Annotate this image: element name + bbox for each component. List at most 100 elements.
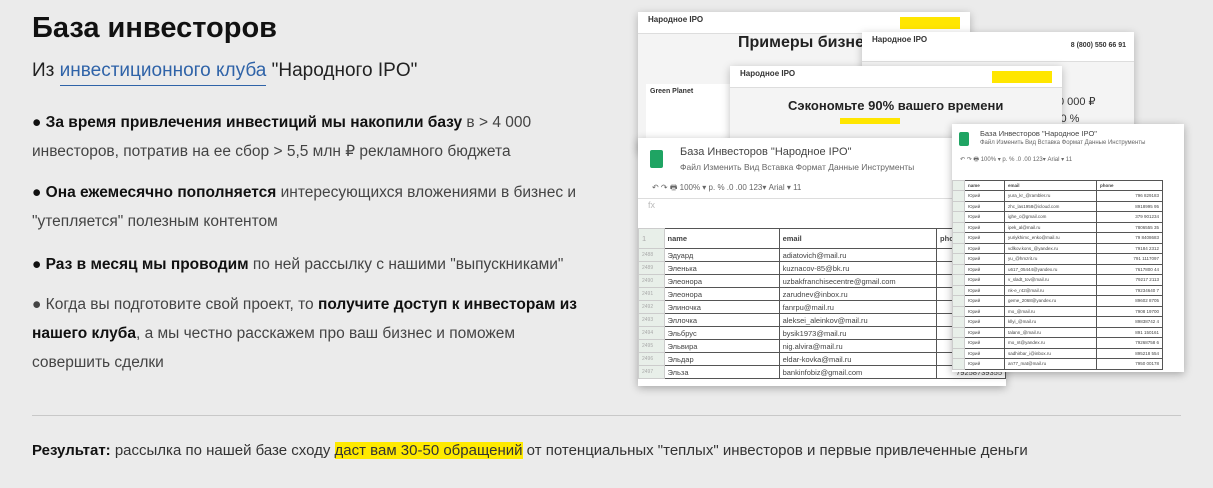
table-row: Юрий yuriykhimc_enko@mail.ru 79 8408683 (952, 232, 1163, 244)
table-cell: talann_@mail.ru (1004, 326, 1097, 338)
table-cell: Юрий (964, 347, 1005, 359)
table-cell: Эдуард (663, 248, 780, 262)
table-row: Юрий sadhirbar_i@inbox.ru 895218 554 (952, 347, 1163, 359)
table-cell: 89838742 4 (1096, 316, 1163, 328)
table-cell: 2497 (638, 365, 665, 379)
table-cell: Юрий (964, 326, 1005, 338)
bullet-mailing: ● Раз в месяц мы проводим по ней рассылк… (32, 256, 564, 273)
table-cell: eldar-kovka@mail.ru (778, 352, 938, 366)
table-row: Юрий geme_2068@yandex.ru 89602 8705 (952, 295, 1163, 307)
table-row: 2492Элиночкаfanrpu@mail.ru78991000 (638, 300, 1006, 314)
table-cell (952, 200, 965, 212)
table-cell: sadhirbar_i@inbox.ru (1004, 347, 1097, 359)
table-cell (952, 221, 965, 233)
page-title: База инвесторов (32, 12, 277, 44)
table-cell: Юрий (964, 316, 1005, 328)
table-cell: Элеонора (663, 274, 780, 288)
investment-club-link[interactable]: инвестиционного клуба (59, 60, 267, 86)
table-cell: bankinfobiz@gmail.com (778, 365, 938, 379)
table-cell: 2492 (638, 300, 665, 314)
spreadsheet-second: База Инвесторов "Народное IPO" Файл Изме… (952, 124, 1184, 372)
table-cell (952, 358, 965, 370)
table-cell: 2488 (638, 248, 665, 262)
table-cell: Эльбрус (663, 326, 780, 340)
table-cell (952, 242, 965, 254)
table-row: Юрий u617_05444@yandex.ru 7617800 44 (952, 263, 1163, 275)
table-cell: Юрий (964, 263, 1005, 275)
table-row: 2495Эльвираnig.alvira@mail.ru79089128 (638, 339, 1006, 353)
table-cell: 7617800 44 (1096, 263, 1163, 275)
table-cell: Эленька (663, 261, 780, 275)
table-cell: mo_nt@yandex.ru (1004, 337, 1097, 349)
table-cell: 2496 (638, 352, 665, 366)
table-cell: v_sladt_tov@mail.ru (1004, 274, 1097, 286)
subtitle-suffix: "Народного IPO" (266, 60, 418, 81)
table-cell: vdlkov.kons_@yandex.ru (1004, 242, 1097, 254)
table-cell (952, 326, 965, 338)
table-cell: kuznacov-85@bk.ru (778, 261, 938, 275)
table-cell: Элиночка (663, 300, 780, 314)
table-cell: 79234640 7 (1096, 284, 1163, 296)
table-cell: phone (1096, 180, 1163, 191)
table-cell: geme_2068@yandex.ru (1004, 295, 1097, 307)
table-cell: bysik1973@mail.ru (778, 326, 938, 340)
table-row: 2491Элеонораzarudnev@inbox.ru78991000 (638, 287, 1006, 301)
table-cell: Юрий (964, 232, 1005, 244)
table-row: Юрий mo_@mail.ru 7908 19700 (952, 305, 1163, 317)
table-row: Юрий kllyi_@mail.ru 89838742 4 (952, 316, 1163, 328)
subtitle: Из инвестиционного клуба "Народного IPO" (32, 60, 418, 86)
table-cell: fanrpu@mail.ru (778, 300, 938, 314)
table-cell: 2490 (638, 274, 665, 288)
table-cell: yura_kr_@rambler.ru (1004, 190, 1097, 202)
table-cell: email (1004, 180, 1097, 191)
table-cell: 7908 19700 (1096, 305, 1163, 317)
table-cell: 796 829183 (1096, 190, 1163, 202)
table-cell (952, 347, 965, 359)
site-heading: Примеры бизнесо (738, 34, 883, 51)
table-cell: 2495 (638, 339, 665, 353)
result-highlight: даст вам 30-50 обращений (334, 442, 523, 459)
bullet-access: ● Когда вы подготовите свой проект, то п… (32, 296, 577, 371)
table-cell: adiatovich@mail.ru (778, 248, 938, 262)
table-cell: ipek_al@mail.ru (1004, 221, 1097, 233)
table-cell: yuriykhimc_enko@mail.ru (1004, 232, 1097, 244)
table-cell (952, 263, 965, 275)
google-sheets-icon (650, 150, 663, 168)
table-cell (952, 274, 965, 286)
table-cell: nk-e_r42@mail.ru (1004, 284, 1097, 296)
table-cell: Юрий (964, 221, 1005, 233)
table-cell: 7950 00178 (1096, 358, 1163, 370)
table-cell: 2493 (638, 313, 665, 327)
table-cell: email (778, 228, 938, 249)
table-cell: Юрий (964, 337, 1005, 349)
table-row: Юрий an77_mat@mail.ru 7950 00178 (952, 358, 1163, 370)
divider (32, 415, 1181, 416)
table-cell: 895218 554 (1096, 347, 1163, 359)
table-cell (952, 211, 965, 223)
bullet-base-size: ● За время привлечения инвестиций мы нак… (32, 114, 532, 160)
table-row: 2490 Элеонора uzbakfranchisecentre@gmail.c… (638, 274, 1006, 288)
table-row: Юрий yu_@hmzrit.ru 791 1117097 (952, 253, 1163, 265)
table-cell: Юрий (964, 274, 1005, 286)
table-cell: 89602 8705 (1096, 295, 1163, 307)
table-cell: Эльвира (663, 339, 780, 353)
table-cell (952, 295, 965, 307)
table-cell: 79268758 6 (1096, 337, 1163, 349)
table-cell: Юрий (964, 242, 1005, 254)
table-cell: 2489 (638, 261, 665, 275)
table-cell: Юрий (964, 200, 1005, 212)
table-cell: 79217 2113 (1096, 274, 1163, 286)
table-row: Юрий nk-e_r42@mail.ru 79234640 7 (952, 284, 1163, 296)
table-row: 2489Эленькаkuznacov-85@bk.ru7247777 (638, 261, 1006, 275)
table-row: Юрий talann_@mail.ru 891 150161 (952, 326, 1163, 338)
table-cell: uzbakfranchisecentre@gmail.com (778, 274, 938, 288)
card-title: Green Planet (646, 84, 736, 144)
table-row: 2493Эллочкаaleksei_aleinkov@mail.ru78991… (638, 313, 1006, 327)
table-cell (952, 337, 965, 349)
table-row: Юрий vdlkov.kons_@yandex.ru 79184 2312 (952, 242, 1163, 254)
table-cell (952, 316, 965, 328)
table-cell (952, 180, 965, 191)
table-cell: ighe_c@gmail.com (1004, 211, 1097, 223)
table-row: 2494Эльбрусbysik1973@mail.ru89667684 (638, 326, 1006, 340)
table-cell: 79 8408683 (1096, 232, 1163, 244)
